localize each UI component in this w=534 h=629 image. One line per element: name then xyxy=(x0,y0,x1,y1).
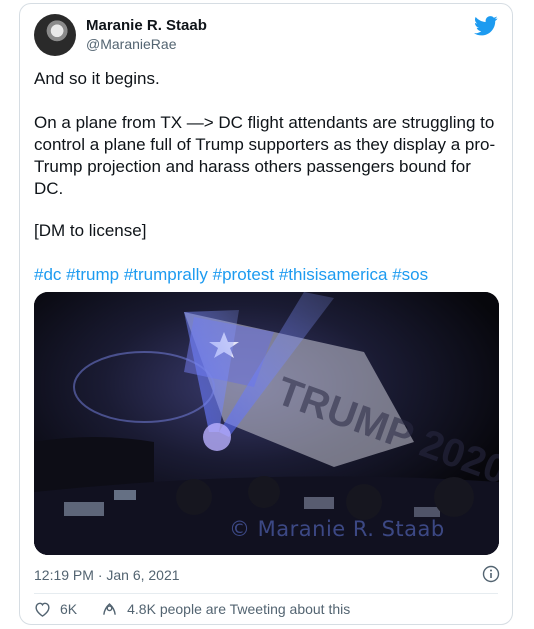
tweet-timestamp[interactable]: 12:19 PM · Jan 6, 2021 xyxy=(34,567,180,583)
people-tweeting-text: 4.8K people are Tweeting about this xyxy=(127,601,351,617)
video-watermark: © Maranie R. Staab xyxy=(229,517,445,541)
video-media[interactable]: TRUMP 2020 © Maranie R. Staab xyxy=(34,292,499,555)
divider xyxy=(34,593,498,594)
twitter-bird-icon[interactable] xyxy=(474,16,498,36)
people-talking-icon xyxy=(103,603,116,615)
hashtag-trump[interactable]: #trump xyxy=(66,265,119,284)
action-bar: 6K 4.8K people are Tweeting about this xyxy=(34,601,350,617)
hashtag-trumprally[interactable]: #trumprally xyxy=(124,265,208,284)
people-tweeting-link[interactable]: 4.8K people are Tweeting about this xyxy=(101,601,350,617)
like-button[interactable]: 6K xyxy=(34,601,77,617)
hashtag-dc[interactable]: #dc xyxy=(34,265,61,284)
tweet-line-2: On a plane from TX —> DC flight attendan… xyxy=(34,113,496,198)
tweet-line-3: [DM to license] xyxy=(34,221,147,240)
tweet-card[interactable]: Maranie R. Staab @MaranieRae And so it b… xyxy=(19,3,513,625)
hashtag-list: #dc #trump #trumprally #protest #thisisa… xyxy=(34,264,428,286)
author-name[interactable]: Maranie R. Staab xyxy=(86,17,207,34)
heart-icon xyxy=(35,602,50,617)
video-frame: TRUMP 2020 xyxy=(34,292,499,555)
author-handle[interactable]: @MaranieRae xyxy=(86,36,176,52)
like-count: 6K xyxy=(60,601,78,617)
hashtag-protest[interactable]: #protest xyxy=(213,265,274,284)
tweet-line-1: And so it begins. xyxy=(34,69,160,88)
info-icon[interactable] xyxy=(482,565,500,583)
hashtag-sos[interactable]: #sos xyxy=(392,265,428,284)
hashtag-thisisamerica[interactable]: #thisisamerica xyxy=(279,265,388,284)
author-avatar[interactable] xyxy=(34,14,76,56)
